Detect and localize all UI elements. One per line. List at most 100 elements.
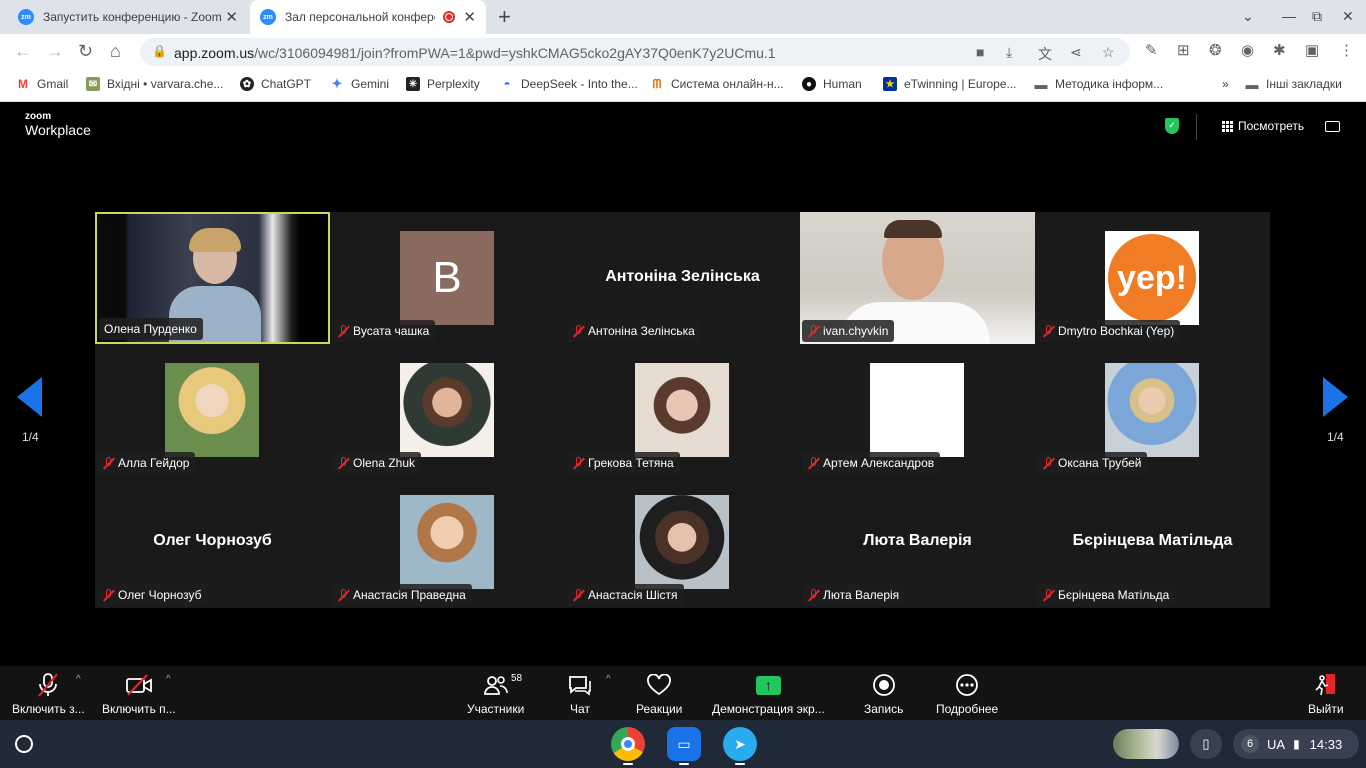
translate-icon[interactable]: 文 xyxy=(1038,44,1052,64)
human-icon: ● xyxy=(802,77,816,91)
participant-tile[interactable]: Olena Zhuk xyxy=(330,344,565,476)
side-panel-icon[interactable]: ▣ xyxy=(1305,41,1319,59)
camera-permission-icon[interactable]: ■ xyxy=(976,44,984,60)
bookmark-label: Вхідні • varvara.che... xyxy=(107,77,224,91)
forward-icon[interactable]: → xyxy=(46,41,64,62)
tab-personal-room[interactable]: zm Зал персональной конференции ✕ xyxy=(250,0,486,34)
tab-search-chevron-icon[interactable]: ⌄ xyxy=(1242,8,1254,25)
chat-button[interactable]: Чат xyxy=(567,671,593,716)
bookmark-methodics[interactable]: ▬ Методика інформ... xyxy=(1034,76,1164,92)
share-screen-icon: ↑ xyxy=(755,671,781,699)
unmute-audio-button[interactable]: Включить з... xyxy=(12,671,85,716)
zoom-header: zoom Workplace xyxy=(0,103,1366,150)
participant-name-tag: Люта Валерія xyxy=(802,584,906,606)
chrome-app-icon[interactable] xyxy=(611,727,645,761)
muted-mic-icon xyxy=(807,588,820,602)
participant-tile[interactable]: Бєрінцева Матільда Бєрінцева Матільда xyxy=(1035,476,1270,608)
previous-page-arrow-icon[interactable] xyxy=(17,377,42,417)
view-button[interactable]: Посмотреть xyxy=(1222,119,1304,133)
participant-photo xyxy=(635,363,729,457)
bookmark-perplexity[interactable]: ✳ Perplexity xyxy=(406,77,480,91)
reactions-button[interactable]: Реакции xyxy=(636,671,682,716)
video-options-caret-icon[interactable]: ^ xyxy=(166,674,171,685)
telegram-app-icon[interactable]: ➤ xyxy=(723,727,757,761)
share-screen-button[interactable]: ↑ Демонстрация экр... xyxy=(712,671,825,716)
chat-options-caret-icon[interactable]: ^ xyxy=(606,674,611,685)
participant-name-tag: Алла Гейдор xyxy=(97,452,196,474)
more-button[interactable]: Подробнее xyxy=(936,671,998,716)
muted-mic-icon xyxy=(1042,456,1055,470)
status-area[interactable]: 6 UA ▮ 14:33 xyxy=(1233,729,1359,759)
close-tab-icon[interactable]: ✕ xyxy=(225,8,238,26)
bookmark-system[interactable]: ᗰ Система онлайн-н... xyxy=(650,76,784,92)
participant-tile[interactable]: Алла Гейдор xyxy=(95,344,330,476)
new-tab-button[interactable]: + xyxy=(498,4,511,30)
extension-pen-icon[interactable]: ✎ xyxy=(1145,41,1158,59)
system-icon: ᗰ xyxy=(652,76,662,91)
bookmark-human[interactable]: ● Human xyxy=(802,77,862,91)
extensions-puzzle-icon[interactable]: ✱ xyxy=(1273,41,1286,59)
extension-plus-icon[interactable]: ⊞ xyxy=(1177,41,1190,59)
encryption-shield-icon[interactable]: ✓ xyxy=(1165,118,1179,134)
gmail-icon: M xyxy=(18,77,28,91)
participant-tile[interactable]: Олена Пурденко xyxy=(95,212,330,344)
participant-display-name: Олег Чорнозуб xyxy=(153,532,272,549)
reload-icon[interactable]: ↻ xyxy=(78,41,93,62)
bookmark-etwinning[interactable]: ★ eTwinning | Europe... xyxy=(883,77,1017,91)
participant-tile[interactable]: Анастасія Праведна xyxy=(330,476,565,608)
bookmark-inbox[interactable]: ✉ Вхідні • varvara.che... xyxy=(86,77,223,91)
extension-owl-icon[interactable]: ❂ xyxy=(1209,41,1222,59)
leave-button[interactable]: Выйти xyxy=(1308,671,1344,716)
participant-tile[interactable]: Артем Александров xyxy=(800,344,1035,476)
bookmark-label: Система онлайн-н... xyxy=(671,77,784,91)
close-window-icon[interactable]: ✕ xyxy=(1342,8,1354,25)
start-video-button[interactable]: Включить п... xyxy=(102,671,176,716)
omnibox[interactable]: 🔒 app.zoom.us/wc/3106094981/join?fromPWA… xyxy=(140,38,1130,66)
tab-start-conference[interactable]: zm Запустить конференцию - Zoom ✕ xyxy=(8,0,248,34)
participant-photo xyxy=(635,495,729,589)
restore-icon[interactable]: ⧉ xyxy=(1312,8,1322,25)
audio-options-caret-icon[interactable]: ^ xyxy=(76,674,81,685)
fullscreen-icon[interactable] xyxy=(1325,121,1340,132)
participant-tile[interactable]: ivan.chyvkin xyxy=(800,212,1035,344)
participant-name-tag: Анастасія Праведна xyxy=(332,584,472,606)
participant-tile[interactable]: Антоніна Зелінська Антоніна Зелінська xyxy=(565,212,800,344)
folder-icon: ▬ xyxy=(1034,76,1048,92)
url-text: app.zoom.us/wc/3106094981/join?fromPWA=1… xyxy=(174,45,776,61)
bookmark-deepseek[interactable]: ◓ DeepSeek - Into the... xyxy=(500,77,637,91)
bookmarks-overflow-button[interactable]: » xyxy=(1222,77,1229,91)
participant-tile[interactable]: Анастасія Шістя xyxy=(565,476,800,608)
participant-tile[interactable]: Грекова Тетяна xyxy=(565,344,800,476)
phone-hub-icon[interactable]: ▯ xyxy=(1190,729,1222,759)
minimize-icon[interactable]: — xyxy=(1282,8,1296,24)
bookmark-gmail[interactable]: M Gmail xyxy=(16,77,68,91)
url-host: app.zoom.us xyxy=(174,45,255,61)
participant-name: Анастасія Праведна xyxy=(353,588,466,602)
bookmark-chatgpt[interactable]: ✿ ChatGPT xyxy=(240,77,311,91)
bookmark-gemini[interactable]: ✦ Gemini xyxy=(330,76,389,91)
participant-name-tag: Олег Чорнозуб xyxy=(97,584,208,606)
extension-round-icon[interactable]: ◉ xyxy=(1241,41,1254,59)
next-page-arrow-icon[interactable] xyxy=(1323,377,1348,417)
install-app-icon[interactable]: ⤓ xyxy=(1006,44,1012,61)
back-icon[interactable]: ← xyxy=(14,41,32,62)
record-button[interactable]: Запись xyxy=(864,671,903,716)
participant-tile[interactable]: Олег Чорнозуб Олег Чорнозуб xyxy=(95,476,330,608)
files-app-icon[interactable]: ▭ xyxy=(667,727,701,761)
share-icon[interactable]: ⋖ xyxy=(1070,44,1082,61)
participant-tile[interactable]: Оксана Трубей xyxy=(1035,344,1270,476)
participant-tile[interactable]: B Вусата чашка xyxy=(330,212,565,344)
close-tab-icon[interactable]: ✕ xyxy=(463,8,476,26)
other-bookmarks[interactable]: ▬ Інші закладки xyxy=(1245,77,1342,92)
muted-mic-icon xyxy=(337,456,350,470)
page-indicator-left: 1/4 xyxy=(22,430,39,444)
launcher-icon[interactable] xyxy=(15,735,33,753)
participant-tile[interactable]: yep! Dmytro Bochkai (Yep) xyxy=(1035,212,1270,344)
site-info-icon[interactable]: 🔒 xyxy=(152,44,167,58)
browser-menu-icon[interactable]: ⋮ xyxy=(1339,41,1354,59)
participant-name-tag: Вусата чашка xyxy=(332,320,436,342)
holding-space-thumbnails[interactable] xyxy=(1113,729,1179,759)
home-icon[interactable]: ⌂ xyxy=(110,41,121,62)
participant-tile[interactable]: Люта Валерія Люта Валерія xyxy=(800,476,1035,608)
bookmark-star-icon[interactable]: ☆ xyxy=(1102,44,1115,61)
